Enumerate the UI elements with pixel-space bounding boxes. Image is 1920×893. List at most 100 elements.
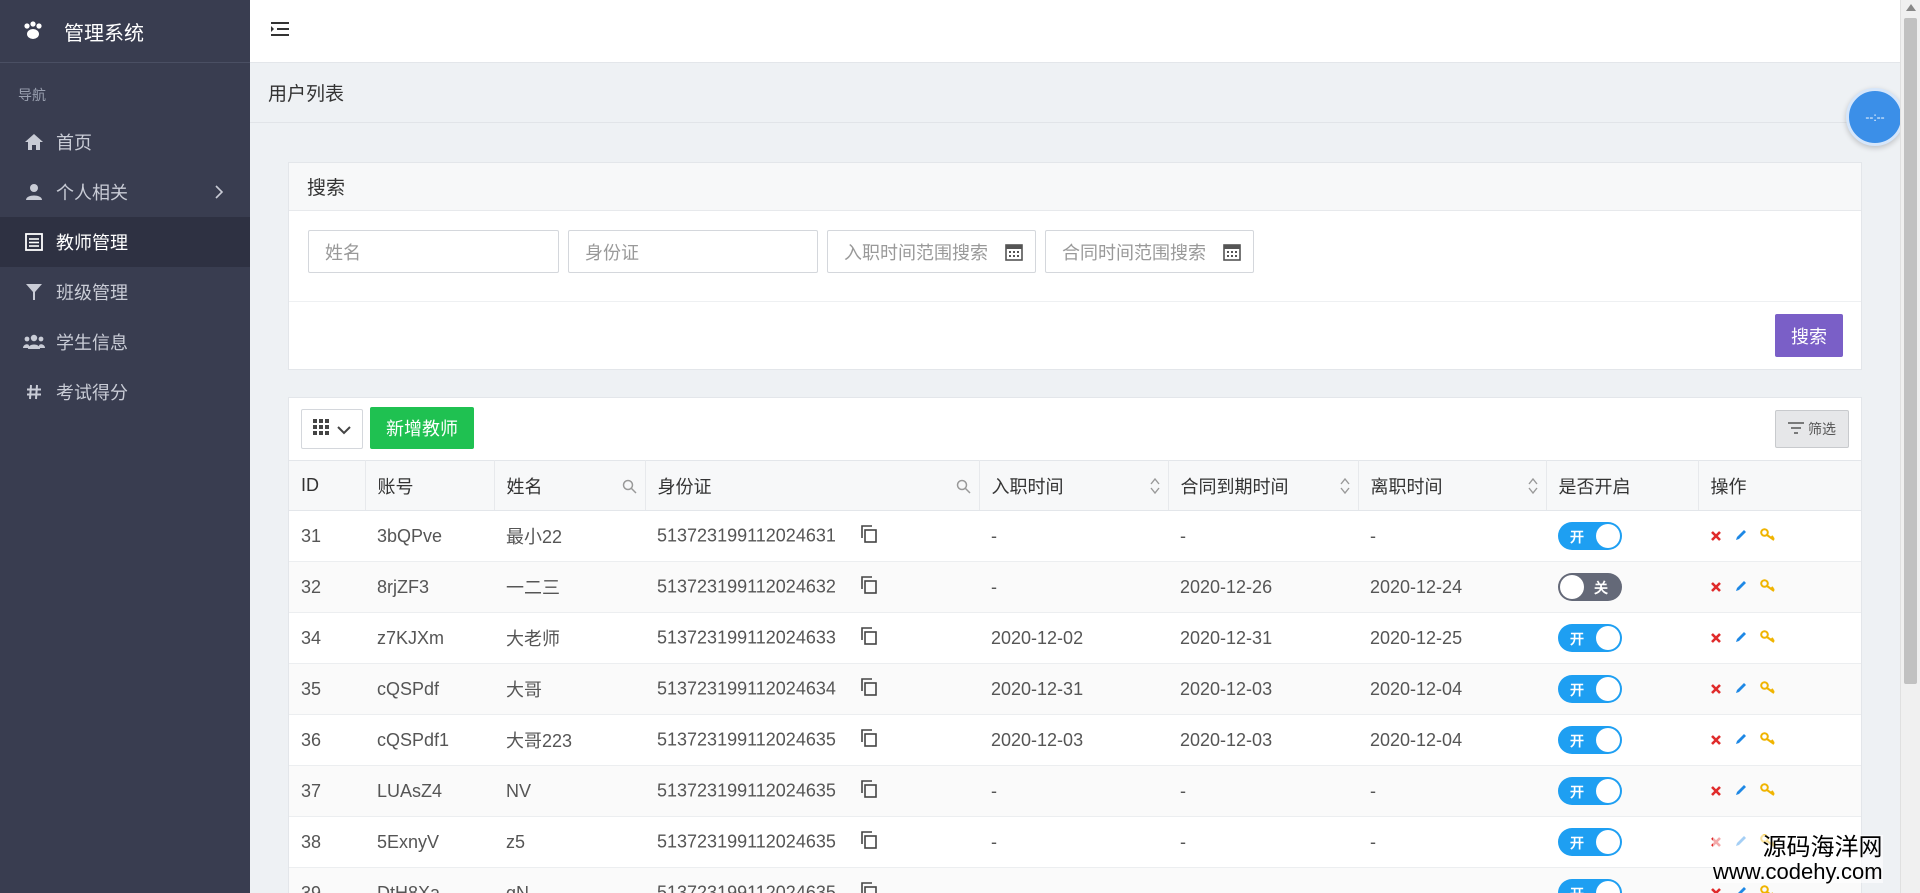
- enabled-toggle[interactable]: 关: [1558, 573, 1622, 601]
- toggle-label: 开: [1570, 682, 1584, 698]
- copy-icon[interactable]: [860, 524, 878, 548]
- delete-icon[interactable]: [1710, 526, 1722, 547]
- sidebar-item-home[interactable]: 首页: [0, 117, 250, 167]
- edit-icon[interactable]: [1734, 628, 1748, 649]
- hire-date-range-input[interactable]: 入职时间范围搜索: [827, 230, 1036, 273]
- delete-icon[interactable]: [1710, 628, 1722, 649]
- enabled-toggle[interactable]: 开: [1558, 879, 1622, 893]
- scroll-up-arrow-icon[interactable]: [1906, 4, 1916, 11]
- table-row[interactable]: 35 cQSPdf 大哥 513723199112024634 2020-12-31 20…: [289, 663, 1861, 715]
- table-row[interactable]: 39DtH8XagN513723199112024635---开: [289, 867, 1861, 893]
- edit-icon[interactable]: [1734, 781, 1748, 802]
- toggle-label: 开: [1570, 784, 1584, 800]
- cell-enabled: 开: [1546, 765, 1698, 817]
- teacher-table: ID 账号 姓名 身份证 入职时间 合同到期时间 离职时间 是否开启 操作 31…: [289, 460, 1861, 893]
- cell-contract: -: [1168, 510, 1358, 562]
- add-teacher-button[interactable]: 新增教师: [370, 407, 474, 449]
- scroll-thumb[interactable]: [1904, 18, 1917, 684]
- toggle-label: 开: [1570, 733, 1584, 749]
- enabled-toggle[interactable]: 开: [1558, 675, 1622, 703]
- delete-icon[interactable]: [1710, 730, 1722, 751]
- calendar-icon[interactable]: [1005, 243, 1023, 266]
- watermark: 源码海洋网 www.codehy.com: [1713, 835, 1883, 883]
- cell-account: LUAsZ4: [365, 765, 494, 817]
- chevron-down-icon: [337, 419, 351, 440]
- search-icon[interactable]: [622, 478, 637, 499]
- cell-idcard: 513723199112024635: [645, 867, 979, 893]
- filter-button[interactable]: 筛选: [1775, 410, 1849, 448]
- key-icon[interactable]: [1760, 526, 1776, 547]
- table-row[interactable]: 32 8rjZF3 一二三 513723199112024632 -2020-12-26…: [289, 561, 1861, 613]
- cell-account: 5ExnyV: [365, 816, 494, 868]
- cell-enabled: 开: [1546, 816, 1698, 868]
- sort-icon[interactable]: [1149, 477, 1160, 499]
- cell-name: NV: [494, 765, 645, 817]
- cell-name: z5: [494, 816, 645, 868]
- table-row[interactable]: 38 5ExnyV z5 513723199112024635- - - 开: [289, 816, 1861, 868]
- cell-leave: -: [1358, 510, 1546, 562]
- enabled-toggle[interactable]: 开: [1558, 726, 1622, 754]
- calendar-icon[interactable]: [1223, 243, 1241, 266]
- table-row[interactable]: 37 LUAsZ4 NV 513723199112024635- - - 开: [289, 765, 1861, 817]
- idcard-input[interactable]: 身份证: [568, 230, 818, 273]
- copy-icon[interactable]: [860, 728, 878, 752]
- sidebar-item-class[interactable]: 班级管理: [0, 267, 250, 317]
- enabled-toggle[interactable]: 开: [1558, 828, 1622, 856]
- cell-contract: 2020-12-31: [1168, 612, 1358, 664]
- key-icon[interactable]: [1760, 730, 1776, 751]
- brand[interactable]: 管理系统: [0, 0, 250, 63]
- sidebar-item-teacher[interactable]: 教师管理: [0, 217, 250, 267]
- filter-icon: [22, 283, 46, 301]
- key-icon[interactable]: [1760, 883, 1776, 893]
- edit-icon[interactable]: [1734, 883, 1748, 893]
- search-icon[interactable]: [956, 478, 971, 499]
- idcard-text: 513723199112024635: [657, 728, 836, 749]
- cell-idcard: 513723199112024631: [645, 510, 979, 562]
- enabled-toggle[interactable]: 开: [1558, 522, 1622, 550]
- sidebar-item-exam[interactable]: 考试得分: [0, 367, 250, 417]
- cell-actions: [1698, 510, 1861, 562]
- copy-icon[interactable]: [860, 881, 878, 893]
- enabled-toggle[interactable]: 开: [1558, 624, 1622, 652]
- copy-icon[interactable]: [860, 575, 878, 599]
- sidebar-item-personal[interactable]: 个人相关: [0, 167, 250, 217]
- sidebar-item-label: 个人相关: [56, 183, 128, 203]
- delete-icon[interactable]: [1710, 883, 1722, 893]
- delete-icon[interactable]: [1710, 679, 1722, 700]
- sort-icon[interactable]: [1339, 477, 1350, 499]
- table-row[interactable]: 31 3bQPve 最小22 513723199112024631- - - 开: [289, 510, 1861, 562]
- edit-icon[interactable]: [1734, 577, 1748, 598]
- toggle-knob: [1596, 677, 1620, 701]
- header-leave[interactable]: 离职时间: [1358, 460, 1547, 511]
- delete-icon[interactable]: [1710, 781, 1722, 802]
- key-icon[interactable]: [1760, 628, 1776, 649]
- copy-icon[interactable]: [860, 830, 878, 854]
- cell-contract: -: [1168, 765, 1358, 817]
- edit-icon[interactable]: [1734, 730, 1748, 751]
- name-input[interactable]: 姓名: [308, 230, 559, 273]
- sidebar-item-student[interactable]: 学生信息: [0, 317, 250, 367]
- sort-icon[interactable]: [1527, 477, 1538, 499]
- copy-icon[interactable]: [860, 626, 878, 650]
- edit-icon[interactable]: [1734, 526, 1748, 547]
- contract-date-range-input[interactable]: 合同时间范围搜索: [1045, 230, 1254, 273]
- key-icon[interactable]: [1760, 679, 1776, 700]
- header-contract[interactable]: 合同到期时间: [1168, 460, 1359, 511]
- toggle-knob: [1596, 779, 1620, 803]
- search-button[interactable]: 搜索: [1775, 314, 1843, 357]
- key-icon[interactable]: [1760, 577, 1776, 598]
- column-toggle-dropdown[interactable]: [301, 409, 363, 449]
- enabled-toggle[interactable]: 开: [1558, 777, 1622, 805]
- toggle-label: 关: [1594, 580, 1608, 596]
- copy-icon[interactable]: [860, 677, 878, 701]
- menu-toggle-icon[interactable]: [270, 21, 290, 42]
- table-row[interactable]: 34 z7KJXm 大老师 513723199112024633 2020-12-02 2…: [289, 612, 1861, 664]
- scrollbar[interactable]: [1900, 0, 1920, 893]
- header-hire[interactable]: 入职时间: [979, 460, 1169, 511]
- table-row[interactable]: 36 cQSPdf1 大哥223 513723199112024635 2020-12-…: [289, 714, 1861, 766]
- delete-icon[interactable]: [1710, 577, 1722, 598]
- copy-icon[interactable]: [860, 779, 878, 803]
- key-icon[interactable]: [1760, 781, 1776, 802]
- edit-icon[interactable]: [1734, 679, 1748, 700]
- clock-widget[interactable]: --:--: [1846, 88, 1904, 146]
